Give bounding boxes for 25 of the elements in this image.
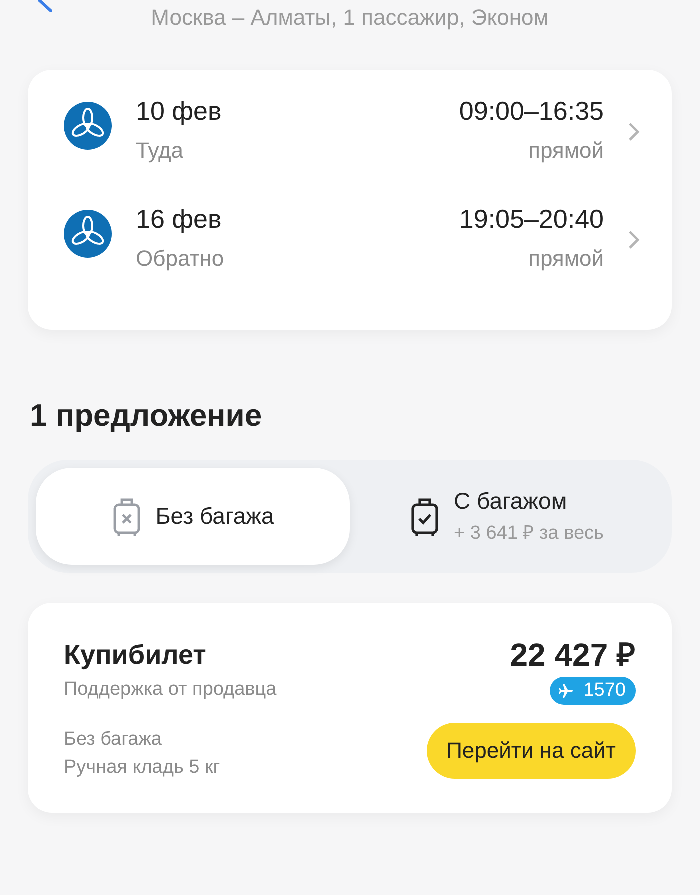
go-to-site-button[interactable]: Перейти на сайт xyxy=(426,723,636,779)
airline-logo-icon xyxy=(64,210,112,258)
flight-direction: Обратно xyxy=(136,246,226,272)
seller-name: Купибилет xyxy=(64,639,208,671)
hand-luggage-info: Ручная кладь 5 кг xyxy=(64,757,222,779)
flight-stops: прямой xyxy=(528,246,604,272)
seller-support: Поддержка от продавца xyxy=(64,679,278,702)
baggage-tab[interactable]: С багажом + 3 641 ₽ за весь xyxy=(350,468,664,565)
chevron-right-icon[interactable] xyxy=(628,230,640,250)
baggage-tab[interactable]: Без багажа xyxy=(36,468,350,565)
chevron-right-icon[interactable] xyxy=(628,122,640,142)
suitcase-cross-icon xyxy=(112,496,142,536)
ticket-price: 22 427 ₽ xyxy=(509,639,636,671)
flight-times: 19:05–20:40 xyxy=(459,204,604,234)
suitcase-check-icon xyxy=(410,496,440,536)
flight-direction: Туда xyxy=(136,138,185,164)
airline-logo-icon xyxy=(64,102,112,150)
flight-date: 10 фев xyxy=(136,96,223,126)
offers-heading: 1 предложение xyxy=(30,397,264,435)
bonus-badge: 1570 xyxy=(550,677,636,705)
flight-date: 16 фев xyxy=(136,204,223,234)
flight-times: 09:00–16:35 xyxy=(459,96,604,126)
route-summary: Москва – Алматы, 1 пассажир, Эконом xyxy=(150,5,550,31)
flight-stops: прямой xyxy=(528,138,604,164)
baggage-info: Без багажа xyxy=(64,729,163,751)
